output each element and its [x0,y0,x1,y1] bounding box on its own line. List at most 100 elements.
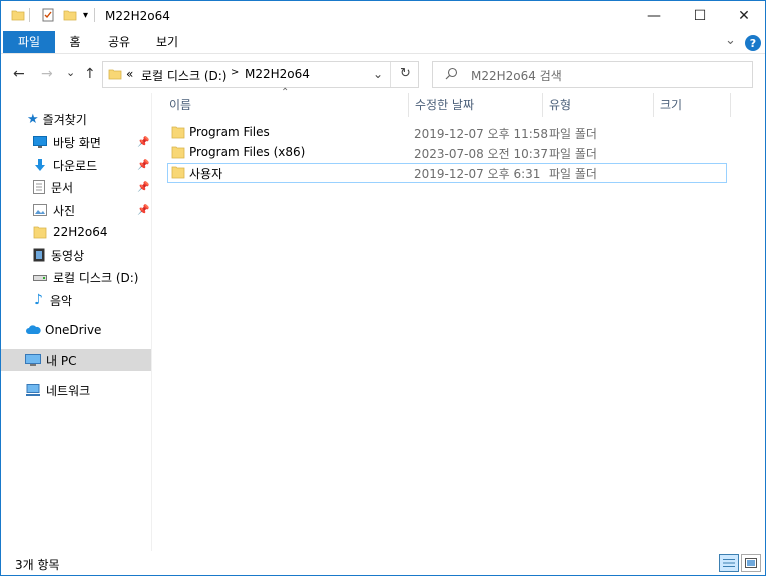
file-date: 2019-12-07 오후 11:58 [414,127,549,141]
sidebar-item-label: 22H2o64 [53,225,108,239]
back-button[interactable]: ← [13,66,25,82]
file-type: 파일 폴더 [549,167,597,181]
navigation-bar: ← → ⌄ ↑ « 로컬 디스크 (D:) > M22H2o64 ⌄ ↻ M22… [1,53,765,93]
ribbon-expand-icon[interactable]: ⌄ [725,33,736,48]
minimize-icon: — [647,8,661,24]
title-bar: ▾ M22H2o64 — ☐ ✕ [1,1,765,31]
close-button[interactable]: ✕ [721,1,765,31]
tab-view[interactable]: 보기 [145,31,189,53]
sidebar-item-quick-access[interactable]: ★ 즐겨찾기 [1,108,151,130]
cloud-icon [25,325,41,335]
address-dropdown-icon[interactable]: ⌄ [373,67,383,81]
sidebar-item-label: 바탕 화면 [53,135,101,150]
toolbar-divider [94,8,95,22]
file-row[interactable]: Program Files 2019-12-07 오후 11:58 파일 폴더 [167,123,727,143]
tab-file[interactable]: 파일 [3,31,55,53]
sidebar-item-label: 다운로드 [53,158,98,173]
address-divider [390,62,391,87]
folder-icon [33,225,47,239]
file-date: 2019-12-07 오후 6:31 [414,167,541,181]
explorer-window: ▾ M22H2o64 — ☐ ✕ 파일 홈 공유 보기 ⌄ ? ← → ⌄ ↑ … [0,0,766,576]
file-name: Program Files (x86) [189,145,306,159]
desktop-icon [33,136,47,148]
sidebar-item-this-pc[interactable]: 내 PC [1,349,151,371]
column-header-size[interactable]: 크기 [654,93,730,117]
file-date: 2023-07-08 오전 10:37 [414,147,549,161]
star-icon: ★ [27,111,39,127]
address-overflow[interactable]: « [126,67,133,81]
network-icon [25,383,41,397]
sidebar-item-label: 내 PC [46,353,77,368]
sidebar-item-documents[interactable]: 문서 📌 [1,176,151,198]
search-placeholder: M22H2o64 검색 [471,69,562,83]
pictures-icon [33,204,47,216]
folder-icon [108,67,122,81]
file-name: 사용자 [189,167,223,181]
pin-icon: 📌 [137,136,150,148]
folder-icon [171,165,185,179]
sidebar-item-label: 사진 [53,203,76,218]
refresh-icon[interactable]: ↻ [400,66,411,81]
drive-icon [33,272,47,282]
videos-icon [33,248,45,262]
tab-home[interactable]: 홈 [57,31,93,53]
sidebar-item-label: 즐겨찾기 [42,112,87,127]
sidebar-item-network[interactable]: 네트워크 [1,379,151,401]
file-row[interactable]: 사용자 2019-12-07 오후 6:31 파일 폴더 [167,163,727,183]
tab-share[interactable]: 공유 [97,31,141,53]
folder-icon [171,145,185,159]
file-row[interactable]: Program Files (x86) 2023-07-08 오전 10:37 … [167,143,727,163]
sidebar-item-label: OneDrive [45,323,102,337]
customize-toolbar-icon[interactable]: ▾ [83,10,88,26]
recent-locations-button[interactable]: ⌄ [66,66,75,79]
pin-icon: 📌 [137,204,150,216]
breadcrumb-drive[interactable]: 로컬 디스크 (D:) [141,67,226,84]
sidebar-item-label: 문서 [51,180,74,195]
sidebar-item-label: 로컬 디스크 (D:) [53,270,139,285]
status-bar: 3개 항목 [1,551,765,575]
new-folder-icon[interactable] [63,8,77,24]
sidebar-item-22h2o64[interactable]: 22H2o64 [1,221,151,243]
folder-icon [11,8,25,24]
file-type: 파일 폴더 [549,127,597,141]
file-list: ⌃ 이름 수정한 날짜 유형 크기 Program Files 2019-12-… [153,87,765,551]
minimize-button[interactable]: — [631,1,677,31]
window-title: M22H2o64 [105,9,170,23]
file-name: Program Files [189,125,270,139]
music-icon: ♪ [34,292,43,308]
sidebar-item-label: 음악 [49,293,73,308]
breadcrumb-folder[interactable]: M22H2o64 [245,67,310,81]
sidebar-item-desktop[interactable]: 바탕 화면 📌 [1,131,151,153]
sidebar-item-onedrive[interactable]: OneDrive [1,319,151,341]
column-header-type[interactable]: 유형 [543,93,653,117]
pin-icon: 📌 [137,159,150,171]
address-bar[interactable]: « 로컬 디스크 (D:) > M22H2o64 ⌄ ↻ [102,61,419,88]
file-type: 파일 폴더 [549,147,597,161]
properties-icon[interactable] [41,8,55,24]
sidebar-item-pictures[interactable]: 사진 📌 [1,199,151,221]
sidebar-item-local-disk[interactable]: 로컬 디스크 (D:) [1,266,151,288]
breadcrumb-separator: > [231,67,240,78]
details-view-button[interactable] [719,554,739,572]
download-icon [33,158,47,172]
large-icons-view-icon [745,558,757,568]
documents-icon [33,180,45,194]
column-divider [730,93,731,117]
maximize-icon: ☐ [693,8,707,24]
help-icon[interactable]: ? [745,35,761,51]
sidebar-item-label: 동영상 [51,248,85,263]
item-count: 3개 항목 [15,558,60,572]
sidebar-item-downloads[interactable]: 다운로드 📌 [1,154,151,176]
sidebar-item-videos[interactable]: 동영상 [1,244,151,266]
large-icons-view-button[interactable] [741,554,761,572]
column-header-name[interactable]: 이름 [163,93,407,117]
search-box[interactable]: M22H2o64 검색 [432,61,753,88]
details-view-icon [723,558,735,568]
sidebar-item-music[interactable]: ♪ 음악 [1,289,151,311]
pin-icon: 📌 [137,181,150,193]
sidebar-item-label: 네트워크 [46,383,91,398]
forward-button[interactable]: → [41,66,53,82]
maximize-button[interactable]: ☐ [677,1,723,31]
column-header-date[interactable]: 수정한 날짜 [409,93,541,117]
up-button[interactable]: ↑ [84,66,96,82]
